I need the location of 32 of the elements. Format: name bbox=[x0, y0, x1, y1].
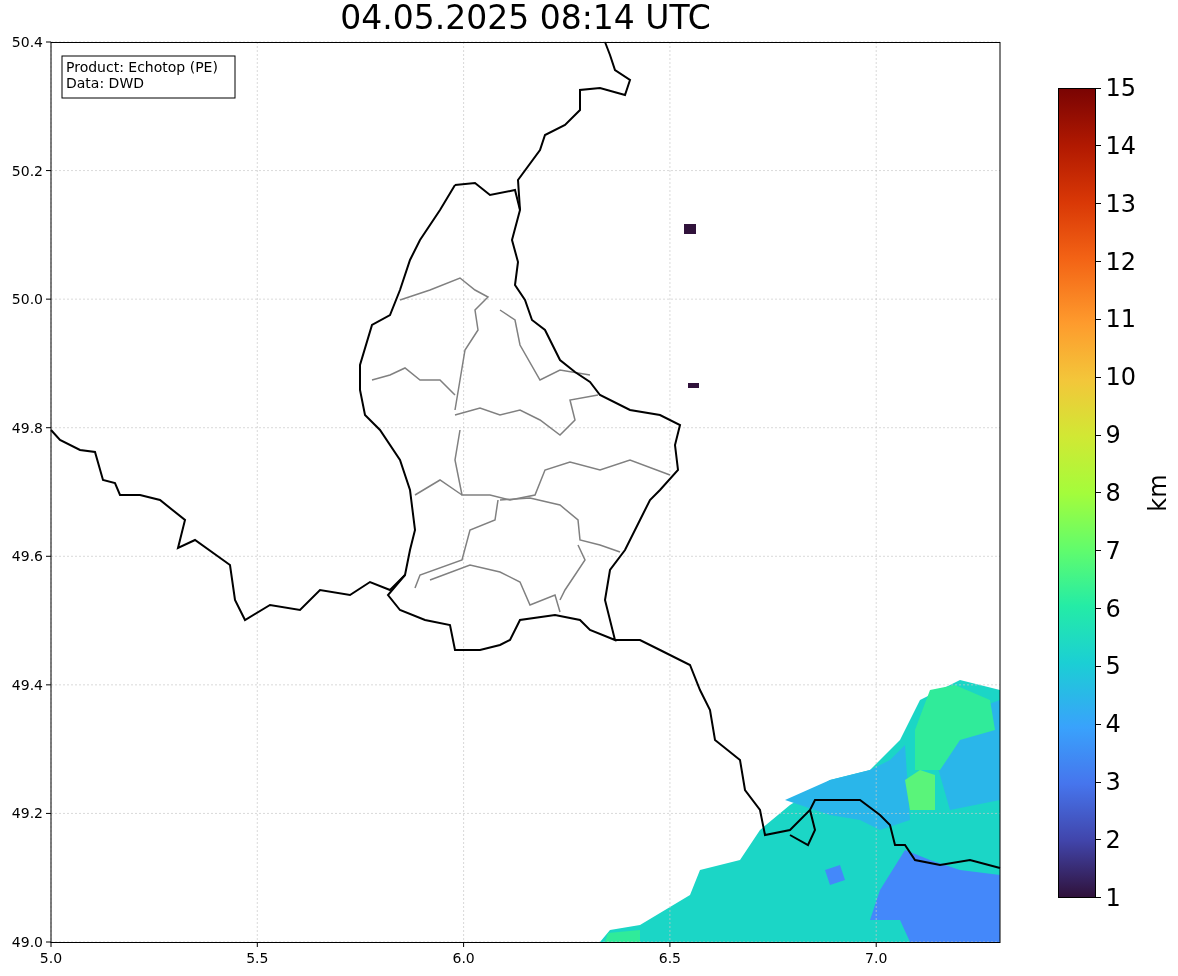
y-tick-label: 50.2 bbox=[11, 162, 43, 179]
x-tick-label: 5.0 bbox=[39, 950, 63, 966]
colorbar-tick-label: 9 bbox=[1105, 421, 1121, 450]
y-tick-label: 49.6 bbox=[11, 548, 43, 565]
colorbar-tick-label: 14 bbox=[1105, 131, 1136, 160]
colorbar-tick-label: 10 bbox=[1105, 363, 1136, 392]
legend-text: Data: DWD bbox=[66, 75, 144, 91]
colorbar-tick-label: 3 bbox=[1105, 768, 1121, 797]
colorbar-tick-label: 8 bbox=[1105, 478, 1121, 507]
y-tick-label: 49.8 bbox=[11, 419, 43, 436]
y-tick-label: 49.2 bbox=[11, 805, 43, 822]
colorbar-tick-label: 4 bbox=[1105, 710, 1121, 739]
colorbar-tick-label: 6 bbox=[1105, 594, 1121, 623]
colorbar-tick-label: 7 bbox=[1105, 536, 1121, 565]
chart-title: 04.05.2025 08:14 UTC bbox=[340, 0, 711, 38]
colorbar-unit-label: km bbox=[1144, 474, 1172, 512]
colorbar-tick-label: 2 bbox=[1105, 825, 1121, 854]
x-tick-label: 6.0 bbox=[452, 950, 475, 966]
x-tick-label: 6.5 bbox=[658, 950, 682, 966]
y-tick-label: 49.4 bbox=[11, 676, 43, 693]
colorbar-tick-label: 11 bbox=[1105, 305, 1136, 334]
y-tick-label: 50.4 bbox=[11, 34, 43, 50]
colorbar-tick-label: 13 bbox=[1105, 189, 1136, 218]
colorbar-tick-label: 15 bbox=[1105, 74, 1136, 102]
x-tick-label: 7.0 bbox=[865, 950, 888, 966]
legend-text: Product: Echotop (PE) bbox=[66, 59, 218, 75]
colorbar-tick-label: 1 bbox=[1105, 883, 1121, 912]
y-tick-label: 50.0 bbox=[11, 291, 43, 308]
colorbar-tick-label: 12 bbox=[1105, 247, 1136, 276]
y-tick-label: 49.0 bbox=[11, 934, 43, 950]
x-tick-label: 5.5 bbox=[246, 950, 269, 966]
colorbar-tick-label: 5 bbox=[1105, 652, 1121, 681]
